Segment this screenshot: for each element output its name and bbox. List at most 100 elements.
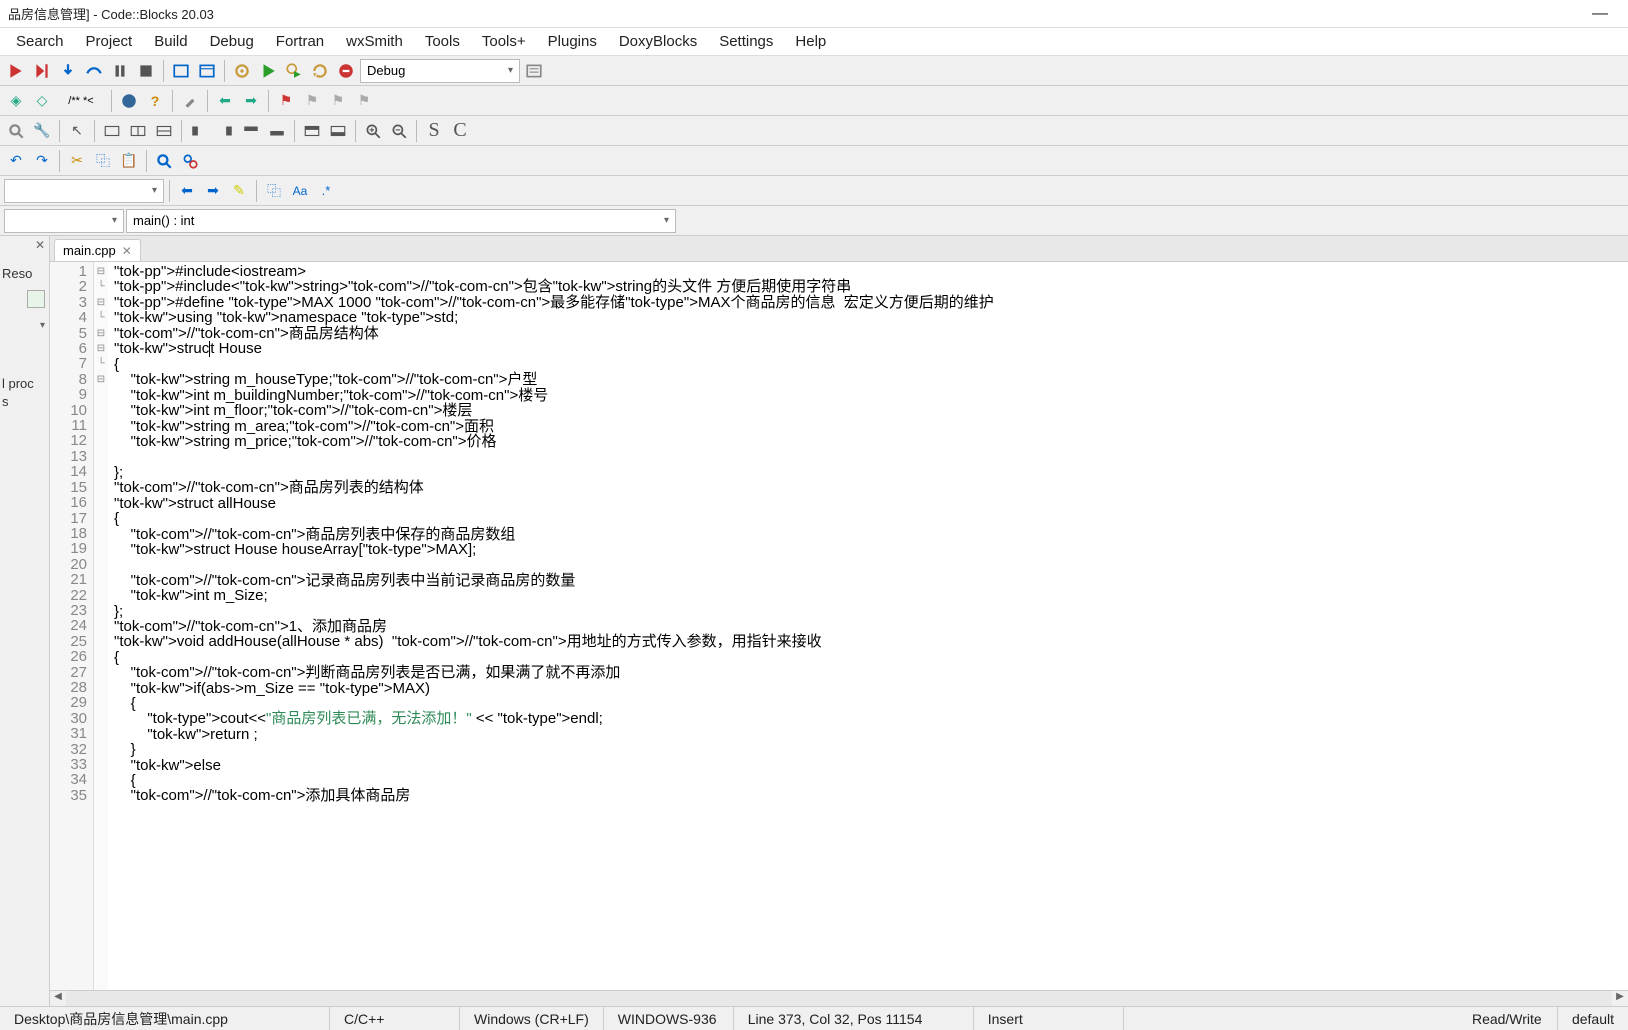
side-refresh-icon[interactable] <box>27 290 45 308</box>
replace-icon[interactable] <box>178 149 202 173</box>
match-case-icon[interactable]: Aa <box>288 179 312 203</box>
panel-close-icon[interactable]: ✕ <box>35 238 45 252</box>
bookmark-next-icon[interactable]: ⚑ <box>326 89 350 113</box>
run-icon[interactable] <box>256 59 280 83</box>
run-to-cursor-icon[interactable] <box>30 59 54 83</box>
layout-a-icon[interactable] <box>187 119 211 143</box>
toolbar-edit: ◈ ◇ /** *< ? ⬅ ➡ ⚑ ⚑ ⚑ ⚑ <box>0 86 1628 116</box>
status-language: C/C++ <box>330 1007 460 1030</box>
menu-search[interactable]: Search <box>6 31 74 52</box>
bookmark-prev-icon[interactable]: ⚑ <box>300 89 324 113</box>
status-profile: default <box>1558 1007 1628 1030</box>
layout-e-icon[interactable] <box>300 119 324 143</box>
status-eol: Windows (CR+LF) <box>460 1007 604 1030</box>
selected-text-icon[interactable]: ⿻ <box>262 179 286 203</box>
menu-fortran[interactable]: Fortran <box>266 31 334 52</box>
big-c-icon[interactable]: C <box>448 119 472 143</box>
side-dropdown-icon[interactable]: ▾ <box>40 320 45 331</box>
menu-plugins[interactable]: Plugins <box>538 31 607 52</box>
redo-icon[interactable]: ↷ <box>30 149 54 173</box>
menu-tools[interactable]: Tools <box>415 31 470 52</box>
toolbar-clipboard: ↶ ↷ ✂ ⿻ 📋 <box>0 146 1628 176</box>
build-target-combo[interactable]: Debug <box>360 59 520 83</box>
layout-c-icon[interactable] <box>239 119 263 143</box>
step-into-icon[interactable] <box>56 59 80 83</box>
doxy-run-icon[interactable] <box>117 89 141 113</box>
build-icon[interactable] <box>230 59 254 83</box>
search-prev-icon[interactable]: ⬅ <box>175 179 199 203</box>
status-path: Desktop\商品房信息管理\main.cpp <box>0 1007 330 1030</box>
debug-start-icon[interactable] <box>4 59 28 83</box>
tab-close-icon[interactable]: ✕ <box>122 244 132 258</box>
menu-debug[interactable]: Debug <box>200 31 264 52</box>
search-next-icon[interactable]: ➡ <box>201 179 225 203</box>
layout-split-v-icon[interactable] <box>152 119 176 143</box>
stop-debug-icon[interactable] <box>134 59 158 83</box>
undo-icon[interactable]: ↶ <box>4 149 28 173</box>
layout-d-icon[interactable] <box>265 119 289 143</box>
layout-split-h-icon[interactable] <box>126 119 150 143</box>
fortran-find-icon[interactable] <box>4 119 28 143</box>
tab-main-cpp[interactable]: main.cpp ✕ <box>54 239 141 261</box>
layout-b-icon[interactable] <box>213 119 237 143</box>
code-editor[interactable]: 1234567891011121314151617181920212223242… <box>50 262 1628 990</box>
menu-bar: Search Project Build Debug Fortran wxSmi… <box>0 28 1628 56</box>
scroll-right-icon[interactable]: ▶ <box>1612 991 1628 1006</box>
nav-forward-icon[interactable]: ➡ <box>239 89 263 113</box>
regex-icon[interactable]: .* <box>314 179 338 203</box>
show-target-dialog-icon[interactable] <box>522 59 546 83</box>
copy-icon[interactable]: ⿻ <box>91 149 115 173</box>
menu-build[interactable]: Build <box>144 31 197 52</box>
nav-back-icon[interactable]: ⬅ <box>213 89 237 113</box>
menu-settings[interactable]: Settings <box>709 31 783 52</box>
step-over-icon[interactable] <box>82 59 106 83</box>
debug-windows-icon[interactable] <box>169 59 193 83</box>
editor-area: main.cpp ✕ 12345678910111213141516171819… <box>50 236 1628 1006</box>
uncomment-block-icon[interactable]: ◇ <box>30 89 54 113</box>
bookmark-clear-icon[interactable]: ⚑ <box>352 89 376 113</box>
layout-f-icon[interactable] <box>326 119 350 143</box>
fold-column[interactable]: ⊟└⊟└⊟⊟└⊟ <box>94 262 108 990</box>
toolbar-build: Debug <box>0 56 1628 86</box>
layout-rect-icon[interactable] <box>100 119 124 143</box>
minimize-button[interactable]: — <box>1580 5 1620 23</box>
menu-help[interactable]: Help <box>785 31 836 52</box>
cut-icon[interactable]: ✂ <box>65 149 89 173</box>
menu-toolsplus[interactable]: Tools+ <box>472 31 536 52</box>
toolbar-search: ⬅ ➡ ✎ ⿻ Aa .* <box>0 176 1628 206</box>
scope-class-combo[interactable] <box>4 209 124 233</box>
fortran-tools-icon[interactable]: 🔧 <box>30 119 54 143</box>
zoom-out-icon[interactable] <box>387 119 411 143</box>
status-cursor-position: Line 373, Col 32, Pos 11154 <box>734 1007 974 1030</box>
scope-function-combo[interactable]: main() : int <box>126 209 676 233</box>
comment-block-icon[interactable]: ◈ <box>4 89 28 113</box>
menu-doxyblocks[interactable]: DoxyBlocks <box>609 31 707 52</box>
pause-icon[interactable] <box>108 59 132 83</box>
rebuild-icon[interactable] <box>308 59 332 83</box>
search-combo[interactable] <box>4 179 164 203</box>
side-label-proc: l proc <box>2 376 34 391</box>
scroll-left-icon[interactable]: ◀ <box>50 991 66 1006</box>
window-title: 品房信息管理] - Code::Blocks 20.03 <box>8 4 214 23</box>
build-and-run-icon[interactable] <box>282 59 306 83</box>
select-icon[interactable]: ↖ <box>65 119 89 143</box>
main-area: ✕ Reso ▾ l proc s main.cpp ✕ 12345678910… <box>0 236 1628 1006</box>
doxy-help-icon[interactable]: ? <box>143 89 167 113</box>
abort-icon[interactable] <box>334 59 358 83</box>
find-icon[interactable] <box>152 149 176 173</box>
menu-project[interactable]: Project <box>76 31 143 52</box>
paste-icon[interactable]: 📋 <box>117 149 141 173</box>
big-s-icon[interactable]: S <box>422 119 446 143</box>
debug-info-icon[interactable] <box>195 59 219 83</box>
bookmark-toggle-icon[interactable]: ⚑ <box>274 89 298 113</box>
line-gutter: 1234567891011121314151617181920212223242… <box>50 262 94 990</box>
status-insert-mode: Insert <box>974 1007 1124 1030</box>
horizontal-scrollbar[interactable]: ◀ ▶ <box>50 990 1628 1006</box>
tab-bar: main.cpp ✕ <box>50 236 1628 262</box>
doxy-prefs-icon[interactable] <box>178 89 202 113</box>
zoom-in-icon[interactable] <box>361 119 385 143</box>
menu-wxsmith[interactable]: wxSmith <box>336 31 413 52</box>
code-content[interactable]: "tok-pp">#include<iostream>"tok-pp">#inc… <box>108 262 1628 990</box>
highlight-icon[interactable]: ✎ <box>227 179 251 203</box>
doxy-comment-icon[interactable]: /** *< <box>56 89 106 113</box>
